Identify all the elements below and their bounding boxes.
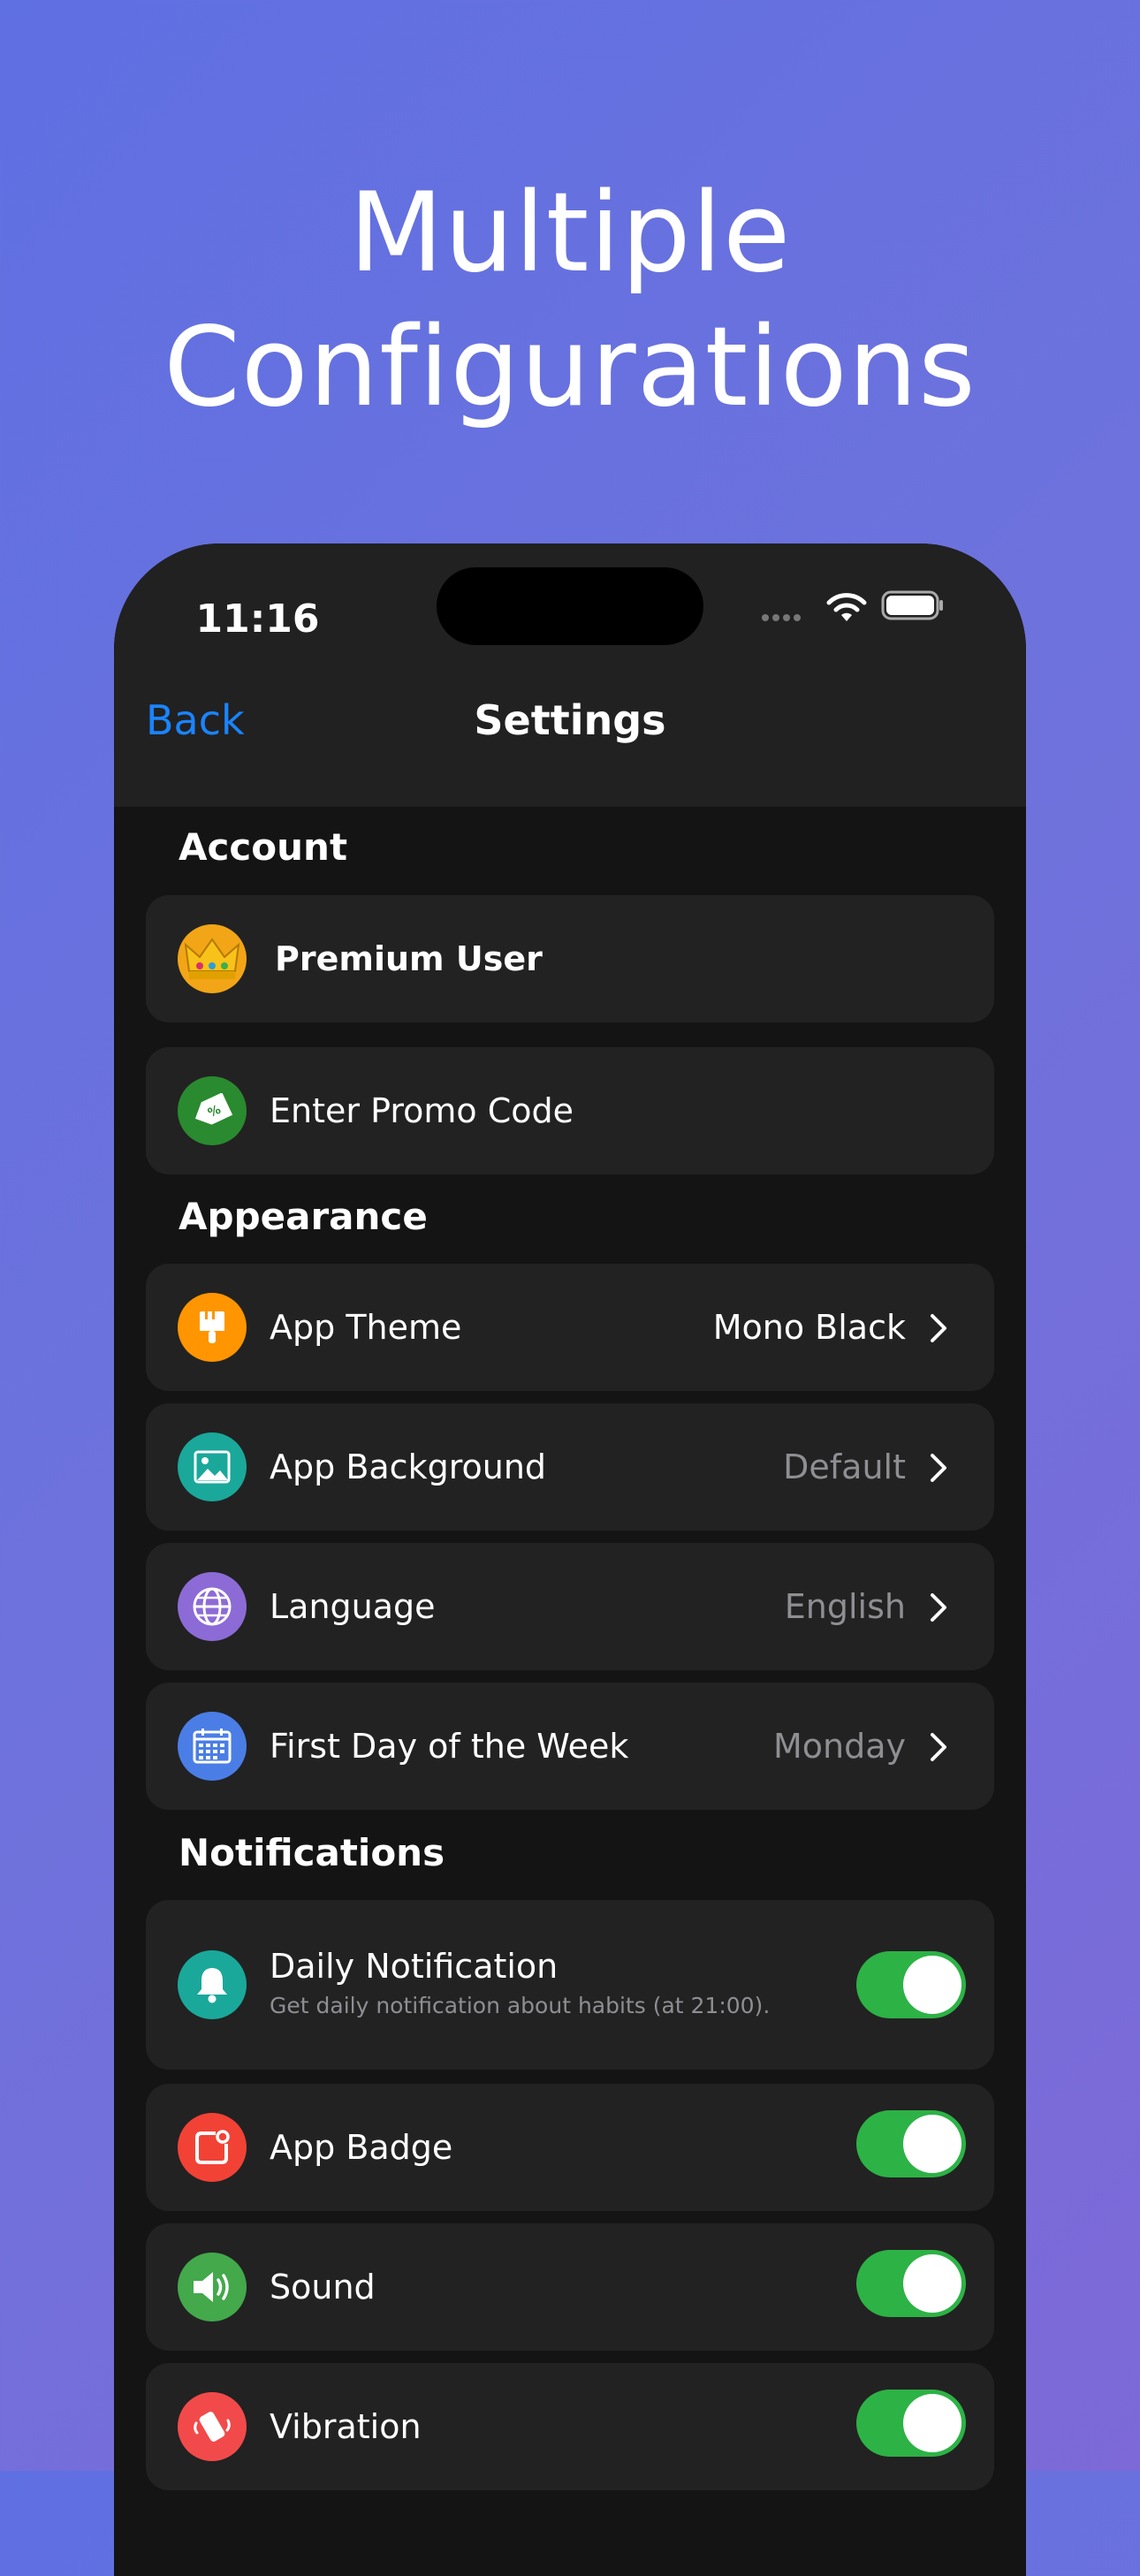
badge-icon <box>178 2113 247 2182</box>
headline: Multiple Configurations <box>0 166 1140 435</box>
app-badge-label: App Badge <box>270 2128 453 2167</box>
app-background-value: Default <box>783 1448 906 1486</box>
daily-notification-label: Daily Notification <box>270 1947 559 1986</box>
chevron-right-icon <box>931 1733 946 1761</box>
vibration-row: Vibration <box>146 2363 994 2490</box>
headline-line-2: Configurations <box>163 304 977 431</box>
promo-code-label: Enter Promo Code <box>270 1091 574 1130</box>
premium-user-row[interactable]: Premium User <box>146 895 994 1022</box>
vibration-label: Vibration <box>270 2407 422 2446</box>
chevron-right-icon <box>931 1454 946 1482</box>
language-label: Language <box>270 1587 436 1626</box>
sound-label: Sound <box>270 2268 376 2306</box>
paint-brush-icon <box>178 1293 247 1362</box>
image-icon <box>178 1432 247 1501</box>
status-time: 11:16 <box>195 597 320 642</box>
section-header-notifications: Notifications <box>179 1831 445 1874</box>
first-day-label: First Day of the Week <box>270 1727 629 1766</box>
app-background-row[interactable]: App Background Default <box>146 1403 994 1531</box>
app-theme-row[interactable]: App Theme Mono Black <box>146 1264 994 1391</box>
calendar-icon <box>178 1712 247 1781</box>
app-theme-label: App Theme <box>270 1308 462 1347</box>
navigation-bar: 11:16 Back Settings <box>114 543 1026 807</box>
chevron-right-icon <box>931 1314 946 1342</box>
battery-icon <box>881 590 943 620</box>
daily-notification-toggle[interactable] <box>856 1951 966 2018</box>
app-badge-toggle[interactable] <box>856 2110 966 2177</box>
app-background-label: App Background <box>270 1448 547 1486</box>
bell-icon <box>178 1950 247 2019</box>
toggle-knob <box>903 2394 961 2452</box>
tag-icon: % <box>178 1076 247 1145</box>
toggle-knob <box>903 2254 961 2313</box>
crown-icon <box>178 924 247 993</box>
language-row[interactable]: Language English <box>146 1543 994 1670</box>
globe-icon <box>178 1572 247 1641</box>
dynamic-island <box>437 567 703 645</box>
speaker-icon <box>178 2253 247 2321</box>
headline-line-1: Multiple <box>348 170 792 297</box>
sound-toggle[interactable] <box>856 2250 966 2317</box>
daily-notification-subtitle: Get daily notification about habits (at … <box>270 1993 771 2018</box>
promo-code-row[interactable]: % Enter Promo Code <box>146 1047 994 1174</box>
page-title: Settings <box>474 696 666 744</box>
wifi-icon <box>826 593 867 621</box>
toggle-knob <box>903 1956 961 2014</box>
sound-row: Sound <box>146 2223 994 2351</box>
vibration-toggle[interactable] <box>856 2390 966 2457</box>
chevron-right-icon <box>931 1593 946 1622</box>
phone-screen: 11:16 Back Settings Account Premium User <box>114 543 1026 2576</box>
first-day-of-week-row[interactable]: First Day of the Week Monday <box>146 1683 994 1810</box>
app-badge-row: App Badge <box>146 2084 994 2211</box>
cellular-signal-icon <box>762 608 804 625</box>
premium-user-label: Premium User <box>275 939 543 978</box>
section-header-account: Account <box>179 825 348 869</box>
vibration-icon <box>178 2392 247 2461</box>
toggle-knob <box>903 2115 961 2173</box>
daily-notification-row: Daily Notification Get daily notificatio… <box>146 1900 994 2070</box>
section-header-appearance: Appearance <box>179 1195 428 1238</box>
first-day-value: Monday <box>772 1727 906 1766</box>
app-theme-value: Mono Black <box>712 1308 906 1347</box>
language-value: English <box>784 1587 906 1626</box>
